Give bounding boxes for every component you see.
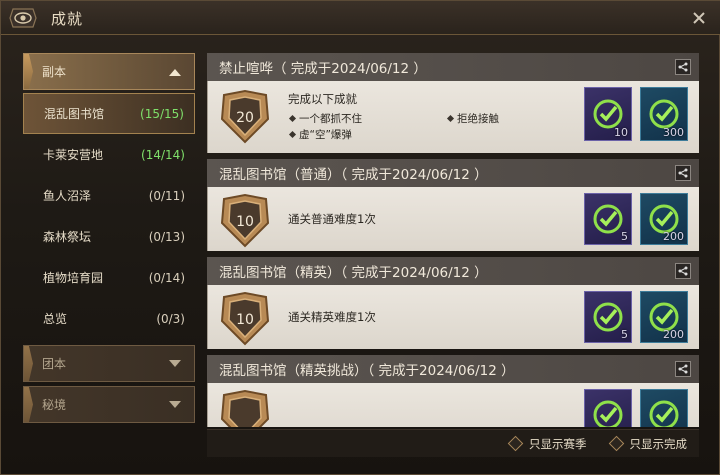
reward-slot[interactable]: 5 [584, 193, 632, 245]
checkbox-diamond-icon[interactable] [507, 435, 524, 452]
sidebar-item-label: 混乱图书馆 [44, 107, 105, 121]
achievements-window: 成就 副本 混乱图书馆 (15/15) 卡莱安营地 (14/14) 鱼人沼泽 (… [0, 0, 720, 475]
sidebar-item-count: (0/14) [148, 270, 185, 285]
sidebar-item-murloc-swamp[interactable]: 鱼人沼泽 (0/11) [23, 175, 195, 216]
sidebar-item-count: (0/11) [148, 188, 185, 203]
check-circle-icon [593, 302, 623, 332]
shield-badge-icon: 10 [220, 193, 270, 248]
toggle-label: 只显示完成 [629, 436, 688, 451]
achievement-description: 通关普通难度1次 [288, 212, 376, 226]
achievement-header: 混乱图书馆（普通）（ 完成于2024/06/12 ） [207, 159, 699, 187]
criterion-item: 一个都抓不住 [288, 111, 362, 126]
category-secret-realm[interactable]: 秘境 [23, 386, 195, 423]
reward-amount: 200 [663, 230, 684, 243]
sidebar-item-forest-altar[interactable]: 森林祭坛 (0/13) [23, 216, 195, 257]
achievement-title: 混乱图书馆（普通）（ 完成于2024/06/12 ） [219, 167, 488, 183]
achievement-description: 完成以下成就 [288, 92, 357, 106]
achievement-header: 禁止喧哗（ 完成于2024/06/12 ） [207, 53, 699, 81]
check-circle-icon [593, 204, 623, 234]
window-title: 成就 [51, 10, 84, 28]
shield-badge-icon [220, 389, 270, 427]
sidebar-item-overview[interactable]: 总览 (0/3) [23, 298, 195, 339]
achievement-points: 20 [236, 110, 254, 126]
eye-emblem-icon [3, 1, 43, 35]
share-icon [678, 364, 688, 374]
achievement-body: 20 完成以下成就 一个都抓不住 拒绝接触 虚“空”爆弹 10 300 [207, 81, 699, 153]
achievement-title: 混乱图书馆（精英）（ 完成于2024/06/12 ） [219, 265, 488, 281]
achievement-card: 禁止喧哗（ 完成于2024/06/12 ） 20 完成以下成就 一个都抓不住 拒… [207, 53, 699, 153]
criterion-item: 拒绝接触 [446, 111, 499, 126]
close-button[interactable] [687, 6, 711, 30]
sidebar-item-count: (0/3) [156, 311, 185, 326]
share-icon [678, 168, 688, 178]
share-icon [678, 266, 688, 276]
sidebar-item-kalai-camp[interactable]: 卡莱安营地 (14/14) [23, 134, 195, 175]
achievement-body: 10 通关普通难度1次 5 200 [207, 187, 699, 251]
shield-badge-icon: 20 [220, 89, 270, 144]
chevron-down-icon [169, 360, 181, 367]
achievement-title: 混乱图书馆（精英挑战）（ 完成于2024/06/12 ） [219, 363, 515, 379]
reward-slot[interactable] [584, 389, 632, 427]
close-icon [693, 12, 705, 24]
achievement-card: 混乱图书馆（精英挑战）（ 完成于2024/06/12 ） [207, 355, 699, 427]
season-only-toggle[interactable]: 只显示赛季 [507, 435, 587, 452]
achievement-points: 10 [236, 214, 254, 230]
reward-amount: 300 [663, 126, 684, 139]
sidebar-item-count: (14/14) [141, 147, 185, 162]
category-sidebar: 副本 混乱图书馆 (15/15) 卡莱安营地 (14/14) 鱼人沼泽 (0/1… [23, 53, 195, 426]
sidebar-item-plant-nursery[interactable]: 植物培育园 (0/14) [23, 257, 195, 298]
share-button[interactable] [675, 59, 691, 75]
achievement-description: 通关精英难度1次 [288, 310, 376, 324]
sidebar-item-label: 森林祭坛 [43, 230, 92, 244]
reward-slot[interactable]: 300 [640, 87, 688, 141]
chevron-up-icon [169, 69, 181, 76]
achievement-points: 10 [236, 312, 254, 328]
shield-badge-icon: 10 [220, 291, 270, 346]
title-bar: 成就 [1, 1, 720, 35]
category-label: 副本 [42, 65, 67, 79]
achievement-list[interactable]: 禁止喧哗（ 完成于2024/06/12 ） 20 完成以下成就 一个都抓不住 拒… [207, 53, 699, 427]
share-button[interactable] [675, 263, 691, 279]
achievement-body [207, 383, 699, 427]
share-icon [678, 62, 688, 72]
reward-amount: 5 [621, 230, 628, 243]
achievement-header: 混乱图书馆（精英挑战）（ 完成于2024/06/12 ） [207, 355, 699, 383]
sidebar-item-label: 鱼人沼泽 [43, 189, 92, 203]
sidebar-item-count: (0/13) [148, 229, 185, 244]
category-raid[interactable]: 团本 [23, 345, 195, 382]
achievement-card: 混乱图书馆（精英）（ 完成于2024/06/12 ） 10 通关精英难度1次 5… [207, 257, 699, 349]
check-circle-icon [649, 400, 679, 427]
reward-slot[interactable]: 10 [584, 87, 632, 141]
reward-slot[interactable]: 5 [584, 291, 632, 343]
reward-amount: 10 [614, 126, 628, 139]
achievement-card: 混乱图书馆（普通）（ 完成于2024/06/12 ） 10 通关普通难度1次 5… [207, 159, 699, 251]
reward-slot[interactable]: 200 [640, 193, 688, 245]
sidebar-item-chaos-library[interactable]: 混乱图书馆 (15/15) [23, 93, 195, 134]
category-label: 团本 [42, 357, 67, 371]
achievement-title: 禁止喧哗（ 完成于2024/06/12 ） [219, 61, 427, 77]
toggle-label: 只显示赛季 [529, 436, 587, 451]
completed-only-toggle[interactable]: 只显示完成 [608, 435, 688, 452]
reward-amount: 5 [621, 328, 628, 341]
check-circle-icon [593, 400, 623, 427]
sidebar-item-label: 总览 [43, 312, 68, 326]
chevron-down-icon [169, 401, 181, 408]
achievement-body: 10 通关精英难度1次 5 200 [207, 285, 699, 349]
reward-amount: 200 [663, 328, 684, 341]
category-label: 秘境 [42, 398, 67, 412]
achievement-header: 混乱图书馆（精英）（ 完成于2024/06/12 ） [207, 257, 699, 285]
sidebar-item-count: (15/15) [140, 106, 184, 121]
reward-slot[interactable]: 200 [640, 291, 688, 343]
checkbox-diamond-icon[interactable] [608, 435, 624, 452]
sidebar-item-label: 植物培育园 [43, 271, 104, 285]
share-button[interactable] [675, 361, 691, 377]
criterion-item: 虚“空”爆弹 [288, 127, 352, 142]
share-button[interactable] [675, 165, 691, 181]
sidebar-item-label: 卡莱安营地 [43, 148, 104, 162]
category-dungeon[interactable]: 副本 [23, 53, 195, 90]
reward-slot[interactable] [640, 389, 688, 427]
filter-bar: 只显示赛季 只显示完成 [207, 429, 699, 457]
